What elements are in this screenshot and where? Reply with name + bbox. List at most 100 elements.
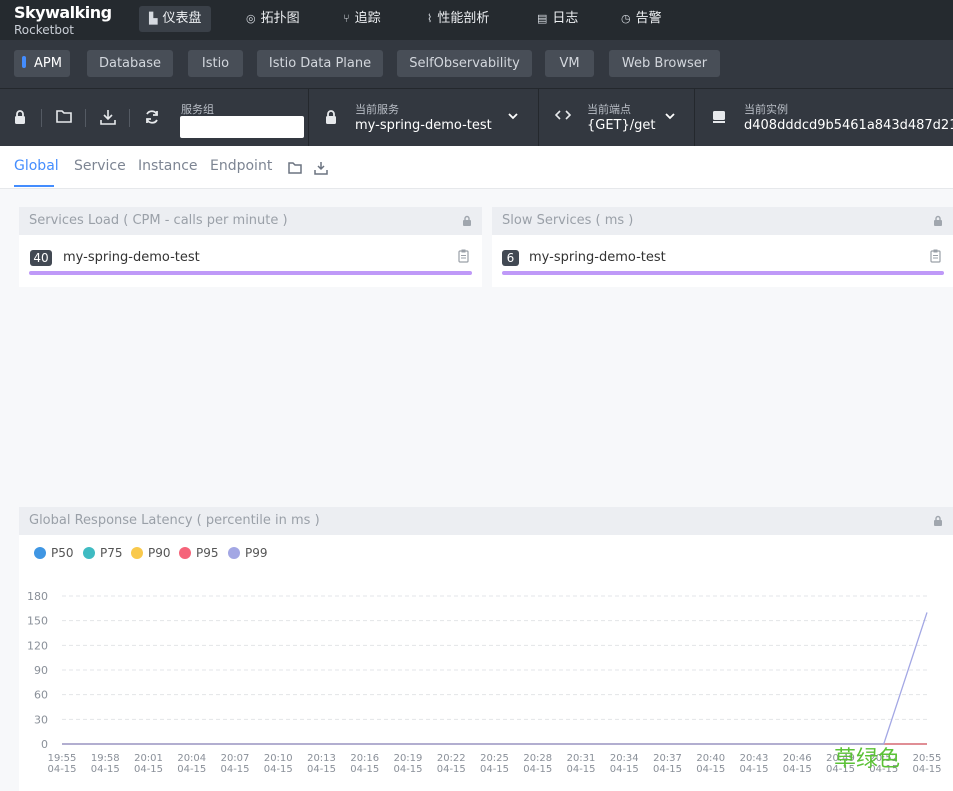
lock-icon[interactable] xyxy=(933,215,943,227)
download-icon[interactable] xyxy=(314,161,328,175)
x-tick-label: 04-15 xyxy=(47,764,76,775)
layer-istio-data-plane[interactable]: Istio Data Plane xyxy=(257,50,383,77)
legend-item-p90[interactable]: P90 xyxy=(131,546,171,560)
nav-label: 仪表盘 xyxy=(162,11,202,26)
service-group-input[interactable] xyxy=(180,116,304,138)
legend-item-p50[interactable]: P50 xyxy=(34,546,74,560)
divider xyxy=(41,109,42,127)
latency-chart: 030609012015018019:5504-1519:5804-1520:0… xyxy=(27,590,942,775)
nav-label: 追踪 xyxy=(354,11,381,26)
legend-item-p75[interactable]: P75 xyxy=(83,546,123,560)
nav-item-trace[interactable]: ⑂ 追踪 xyxy=(333,6,391,32)
toolbar: 服务组 当前服务 my-spring-demo-test 当前端点 {GET}/… xyxy=(0,88,953,147)
legend-label: P75 xyxy=(100,546,123,560)
divider xyxy=(308,89,309,147)
x-tick-label: 04-15 xyxy=(739,764,768,775)
legend-swatch xyxy=(179,547,191,559)
service-group-label: 服务组 xyxy=(181,103,214,116)
legend-swatch xyxy=(34,547,46,559)
tab-service[interactable]: Service xyxy=(74,158,126,174)
y-tick-label: 60 xyxy=(34,689,48,702)
legend-label: P50 xyxy=(51,546,74,560)
x-tick-label: 04-15 xyxy=(220,764,249,775)
brand-name: Skywalking xyxy=(14,3,112,22)
profile-icon: ⌇ xyxy=(427,12,433,25)
tab-global[interactable]: Global xyxy=(14,158,59,174)
nav-label: 拓扑图 xyxy=(260,11,300,26)
layer-vm[interactable]: VM xyxy=(545,50,594,77)
x-tick-label: 04-15 xyxy=(134,764,163,775)
folder-icon[interactable] xyxy=(55,109,73,127)
x-tick-label: 04-15 xyxy=(264,764,293,775)
refresh-icon[interactable] xyxy=(143,109,161,127)
layer-web-browser[interactable]: Web Browser xyxy=(609,50,720,77)
layer-istio[interactable]: Istio xyxy=(188,50,243,77)
value-bar xyxy=(29,271,472,275)
slow-services-panel: Slow Services ( ms ) 6 my-spring-demo-te… xyxy=(492,207,953,287)
current-service-label: 当前服务 xyxy=(355,103,399,116)
legend-item-p99[interactable]: P99 xyxy=(228,546,268,560)
nav-item-topology[interactable]: ◎ 拓扑图 xyxy=(236,6,310,32)
series-line-p99 xyxy=(62,612,928,745)
tab-instance[interactable]: Instance xyxy=(138,158,198,174)
layer-apm[interactable]: APM xyxy=(14,50,70,77)
lock-icon[interactable] xyxy=(11,109,29,127)
trace-icon: ⑂ xyxy=(343,12,350,25)
list-item[interactable]: 40 my-spring-demo-test xyxy=(19,235,482,287)
x-tick-label: 20:34 xyxy=(610,753,639,764)
clipboard-icon[interactable] xyxy=(458,249,469,263)
x-tick-label: 20:16 xyxy=(350,753,379,764)
x-tick-label: 04-15 xyxy=(307,764,336,775)
x-tick-label: 04-15 xyxy=(91,764,120,775)
x-tick-label: 20:04 xyxy=(177,753,206,764)
legend-item-p95[interactable]: P95 xyxy=(179,546,219,560)
nav-item-dashboard[interactable]: ▙ 仪表盘 xyxy=(139,6,212,32)
x-tick-label: 04-15 xyxy=(653,764,682,775)
nav-item-alarm[interactable]: ◷ 告警 xyxy=(611,6,672,32)
layer-database[interactable]: Database xyxy=(87,50,173,77)
y-tick-label: 120 xyxy=(27,639,48,652)
service-name: my-spring-demo-test xyxy=(529,250,666,265)
current-endpoint-value: {GET}/get xyxy=(587,118,656,133)
value-badge: 40 xyxy=(30,250,52,266)
chevron-down-icon[interactable] xyxy=(508,111,518,121)
layer-self-observability[interactable]: SelfObservability xyxy=(397,50,532,77)
topology-icon: ◎ xyxy=(246,12,256,25)
value-bar xyxy=(502,271,944,275)
clipboard-icon[interactable] xyxy=(930,249,941,263)
layer-label: SelfObservability xyxy=(409,56,520,71)
y-tick-label: 150 xyxy=(27,615,48,628)
x-tick-label: 20:07 xyxy=(221,753,250,764)
lock-icon[interactable] xyxy=(462,215,472,227)
folder-icon[interactable] xyxy=(288,161,302,175)
x-tick-label: 20:43 xyxy=(740,753,769,764)
divider xyxy=(85,109,86,127)
y-tick-label: 90 xyxy=(34,664,48,677)
legend-label: P99 xyxy=(245,546,268,560)
dashboard-icon: ▙ xyxy=(149,12,158,25)
list-item[interactable]: 6 my-spring-demo-test xyxy=(492,235,953,287)
chevron-down-icon[interactable] xyxy=(665,111,675,121)
legend-swatch xyxy=(228,547,240,559)
panel-title: Global Response Latency ( percentile in … xyxy=(19,507,953,535)
active-tab-indicator xyxy=(14,185,54,187)
lock-icon[interactable] xyxy=(933,515,943,527)
x-tick-label: 20:13 xyxy=(307,753,336,764)
tab-endpoint[interactable]: Endpoint xyxy=(210,158,272,174)
download-icon[interactable] xyxy=(99,109,117,127)
x-tick-label: 04-15 xyxy=(523,764,552,775)
code-icon xyxy=(554,109,572,127)
nav-item-profile[interactable]: ⌇ 性能剖析 xyxy=(417,6,499,32)
layer-label: Istio xyxy=(201,56,230,71)
log-icon: ▤ xyxy=(537,12,548,25)
divider xyxy=(538,89,539,147)
layer-label: Web Browser xyxy=(621,56,708,71)
x-tick-label: 19:55 xyxy=(48,753,77,764)
watermark: 草绿色 xyxy=(834,747,901,772)
x-tick-label: 04-15 xyxy=(350,764,379,775)
legend-label: P90 xyxy=(148,546,171,560)
x-tick-label: 20:22 xyxy=(437,753,466,764)
nav-item-log[interactable]: ▤ 日志 xyxy=(527,6,588,32)
x-tick-label: 20:40 xyxy=(696,753,725,764)
legend-swatch xyxy=(131,547,143,559)
